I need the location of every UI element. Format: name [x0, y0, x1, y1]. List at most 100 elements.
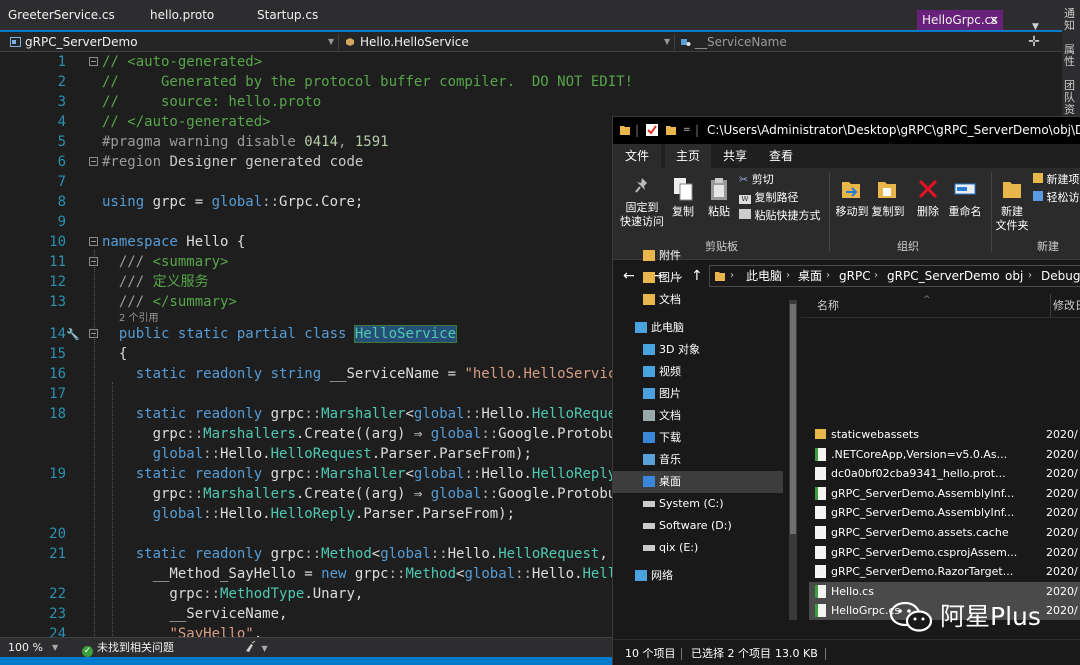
code-cleanup-button[interactable]: ▼ — [244, 638, 268, 658]
code-text[interactable]: public static partial class HelloService — [102, 324, 458, 344]
code-text[interactable]: static readonly string __ServiceName = "… — [102, 364, 642, 384]
split-window-icon[interactable]: ✛ — [1026, 34, 1042, 50]
file-row[interactable]: Hello.cs 2020/ — [809, 581, 1080, 601]
member-dropdown[interactable]: __ServiceName — [680, 32, 1010, 52]
breadcrumb-obj[interactable]: obj — [1005, 266, 1023, 286]
collapse-region-icon[interactable]: − — [89, 257, 98, 266]
properties-icon[interactable] — [645, 123, 659, 137]
code-text[interactable]: /// <summary> — [102, 252, 229, 272]
nav-item-music[interactable]: 音乐 — [613, 449, 783, 471]
nav-item-folder[interactable]: 附件 — [613, 245, 783, 267]
new-folder-icon[interactable] — [665, 123, 677, 137]
code-text[interactable]: // Generated by the protocol buffer comp… — [102, 72, 633, 92]
nav-item-network[interactable]: 网络 — [613, 565, 783, 587]
code-text[interactable]: __ServiceName, — [102, 604, 287, 624]
column-header-name[interactable]: 名称 — [817, 294, 839, 318]
collapse-region-icon[interactable]: − — [89, 157, 98, 166]
cut-button[interactable]: ✂ 剪切 — [739, 172, 774, 188]
breadcrumb-desktop[interactable]: 桌面 — [798, 266, 822, 286]
ribbon-tab-share[interactable]: 共享 — [715, 144, 755, 168]
pin-to-quick-access-button[interactable]: 固定到 快速访问 — [617, 176, 667, 229]
side-tab-properties[interactable]: 属性 — [1064, 44, 1078, 68]
ribbon-tab-view[interactable]: 查看 — [761, 144, 801, 168]
ribbon-tab-file[interactable]: 文件 — [613, 144, 661, 168]
class-dropdown[interactable]: Hello.HelloService — [345, 32, 665, 52]
nav-item-folder[interactable]: 文档 — [613, 289, 783, 311]
file-row[interactable]: gRPC_ServerDemo.csprojAssem... 2020/ — [809, 543, 1080, 562]
file-row[interactable]: gRPC_ServerDemo.RazorTarget... 2020/ — [809, 562, 1080, 581]
code-text[interactable]: global::Hello.HelloReply.Parser.ParseFro… — [102, 504, 515, 524]
code-text[interactable]: grpc::Marshallers.Create((arg) ⇒ global:… — [102, 424, 625, 444]
file-row[interactable]: gRPC_ServerDemo.AssemblyInf... 2020/ — [809, 503, 1080, 522]
tab-hellogrpc-active[interactable]: HelloGrpc.cs × — [917, 10, 1003, 30]
nav-item-drive[interactable]: System (C:) — [613, 493, 783, 515]
copy-button[interactable]: 复制 — [667, 176, 699, 219]
breadcrumb-grpc[interactable]: gRPC — [839, 266, 871, 286]
nav-item-drive[interactable]: qix (E:) — [613, 537, 783, 559]
nav-item-desktop[interactable]: 桌面 — [613, 471, 783, 493]
easy-access-button[interactable]: 轻松访问 — [1033, 190, 1080, 206]
code-text[interactable]: { — [102, 344, 127, 364]
pc-icon — [635, 322, 647, 333]
nav-item-3d[interactable]: 3D 对象 — [613, 339, 783, 361]
nav-item-pc[interactable]: 此电脑 — [613, 317, 783, 339]
code-text[interactable]: #region Designer generated code — [102, 152, 363, 172]
breadcrumb-separator: › — [826, 270, 830, 281]
column-header-modified[interactable]: 修改日 — [1050, 294, 1080, 318]
file-row[interactable]: gRPC_ServerDemo.assets.cache 2020/ — [809, 523, 1080, 542]
file-row[interactable]: .NETCoreApp,Version=v5.0.As... 2020/ — [809, 445, 1080, 464]
nav-item-video[interactable]: 视频 — [613, 361, 783, 383]
issues-indicator[interactable]: ✓ 未找到相关问题 — [82, 638, 174, 658]
code-text[interactable]: // </auto-generated> — [102, 112, 271, 132]
tab-greeterservice[interactable]: GreeterService.cs — [8, 0, 115, 30]
code-text[interactable]: /// 定义服务 — [102, 272, 209, 292]
tab-startup[interactable]: Startup.cs — [257, 0, 318, 30]
collapse-region-icon[interactable]: − — [89, 237, 98, 246]
breadcrumb-grpc-serverdemo[interactable]: gRPC_ServerDemo — [887, 266, 1000, 286]
paste-button[interactable]: 粘贴 — [703, 176, 735, 219]
side-tab-notifications[interactable]: 通知 — [1064, 8, 1078, 32]
code-text[interactable]: // <auto-generated> — [102, 52, 262, 72]
nav-item-pictures[interactable]: 图片 — [613, 383, 783, 405]
nav-item-documents[interactable]: 文档 — [613, 405, 783, 427]
nav-item-download[interactable]: 下载 — [613, 427, 783, 449]
code-text[interactable]: static readonly grpc::Marshaller<global:… — [102, 404, 642, 424]
code-text[interactable]: using grpc = global::Grpc.Core; — [102, 192, 363, 212]
delete-button[interactable]: 删除 — [913, 176, 943, 219]
breadcrumb-debug[interactable]: Debug — [1041, 266, 1080, 286]
customize-toolbar-icon[interactable]: = — [683, 123, 691, 137]
nav-item-folder[interactable]: 图片 — [613, 267, 783, 289]
code-text[interactable]: __Method_SayHello = new grpc::Method<glo… — [102, 564, 684, 584]
code-text[interactable]: static readonly grpc::Method<global::Hel… — [102, 544, 608, 564]
close-tab-icon[interactable]: × — [989, 10, 999, 30]
ribbon-tab-home[interactable]: 主页 — [665, 144, 711, 168]
navigation-scrollbar-thumb[interactable] — [790, 304, 796, 534]
code-text[interactable]: // source: hello.proto — [102, 92, 321, 112]
new-folder-button[interactable]: 新建 文件夹 — [995, 176, 1029, 233]
project-dropdown[interactable]: gRPC_ServerDemo — [10, 32, 330, 52]
nav-item-drive[interactable]: Software (D:) — [613, 515, 783, 537]
code-text[interactable]: global::Hello.HelloRequest.Parser.ParseF… — [102, 444, 532, 464]
code-text[interactable]: grpc::Marshallers.Create((arg) ⇒ global:… — [102, 484, 625, 504]
new-item-button[interactable]: 新建项目 — [1033, 172, 1080, 188]
code-text[interactable]: namespace Hello { — [102, 232, 245, 252]
code-text[interactable]: /// </summary> — [102, 292, 237, 312]
file-row[interactable]: staticwebassets 2020/ — [809, 425, 1080, 444]
nav-item-label: 图片 — [659, 387, 681, 400]
code-text[interactable]: static readonly grpc::Marshaller<global:… — [102, 464, 625, 484]
code-text[interactable]: "SayHello", — [102, 624, 262, 637]
move-to-button[interactable]: 移动到 — [835, 176, 869, 219]
file-row[interactable]: gRPC_ServerDemo.AssemblyInf... 2020/ — [809, 484, 1080, 503]
copy-to-button[interactable]: 复制到 — [871, 176, 905, 219]
zoom-level[interactable]: 100 % — [8, 638, 43, 658]
paste-shortcut-button[interactable]: 粘贴快捷方式 — [739, 208, 821, 224]
quick-actions-icon[interactable]: 🔧 — [66, 328, 80, 341]
code-text[interactable]: #pragma warning disable 0414, 1591 — [102, 132, 389, 152]
collapse-region-icon[interactable]: − — [89, 329, 98, 338]
copy-path-button[interactable]: W 复制路径 — [739, 190, 799, 206]
rename-button[interactable]: 重命名 — [945, 176, 985, 219]
file-row[interactable]: dc0a0bf02cba9341_hello.prot... 2020/ — [809, 464, 1080, 483]
tab-hello-proto[interactable]: hello.proto — [150, 0, 214, 30]
code-text[interactable]: grpc::MethodType.Unary, — [102, 584, 363, 604]
collapse-region-icon[interactable]: − — [89, 57, 98, 66]
